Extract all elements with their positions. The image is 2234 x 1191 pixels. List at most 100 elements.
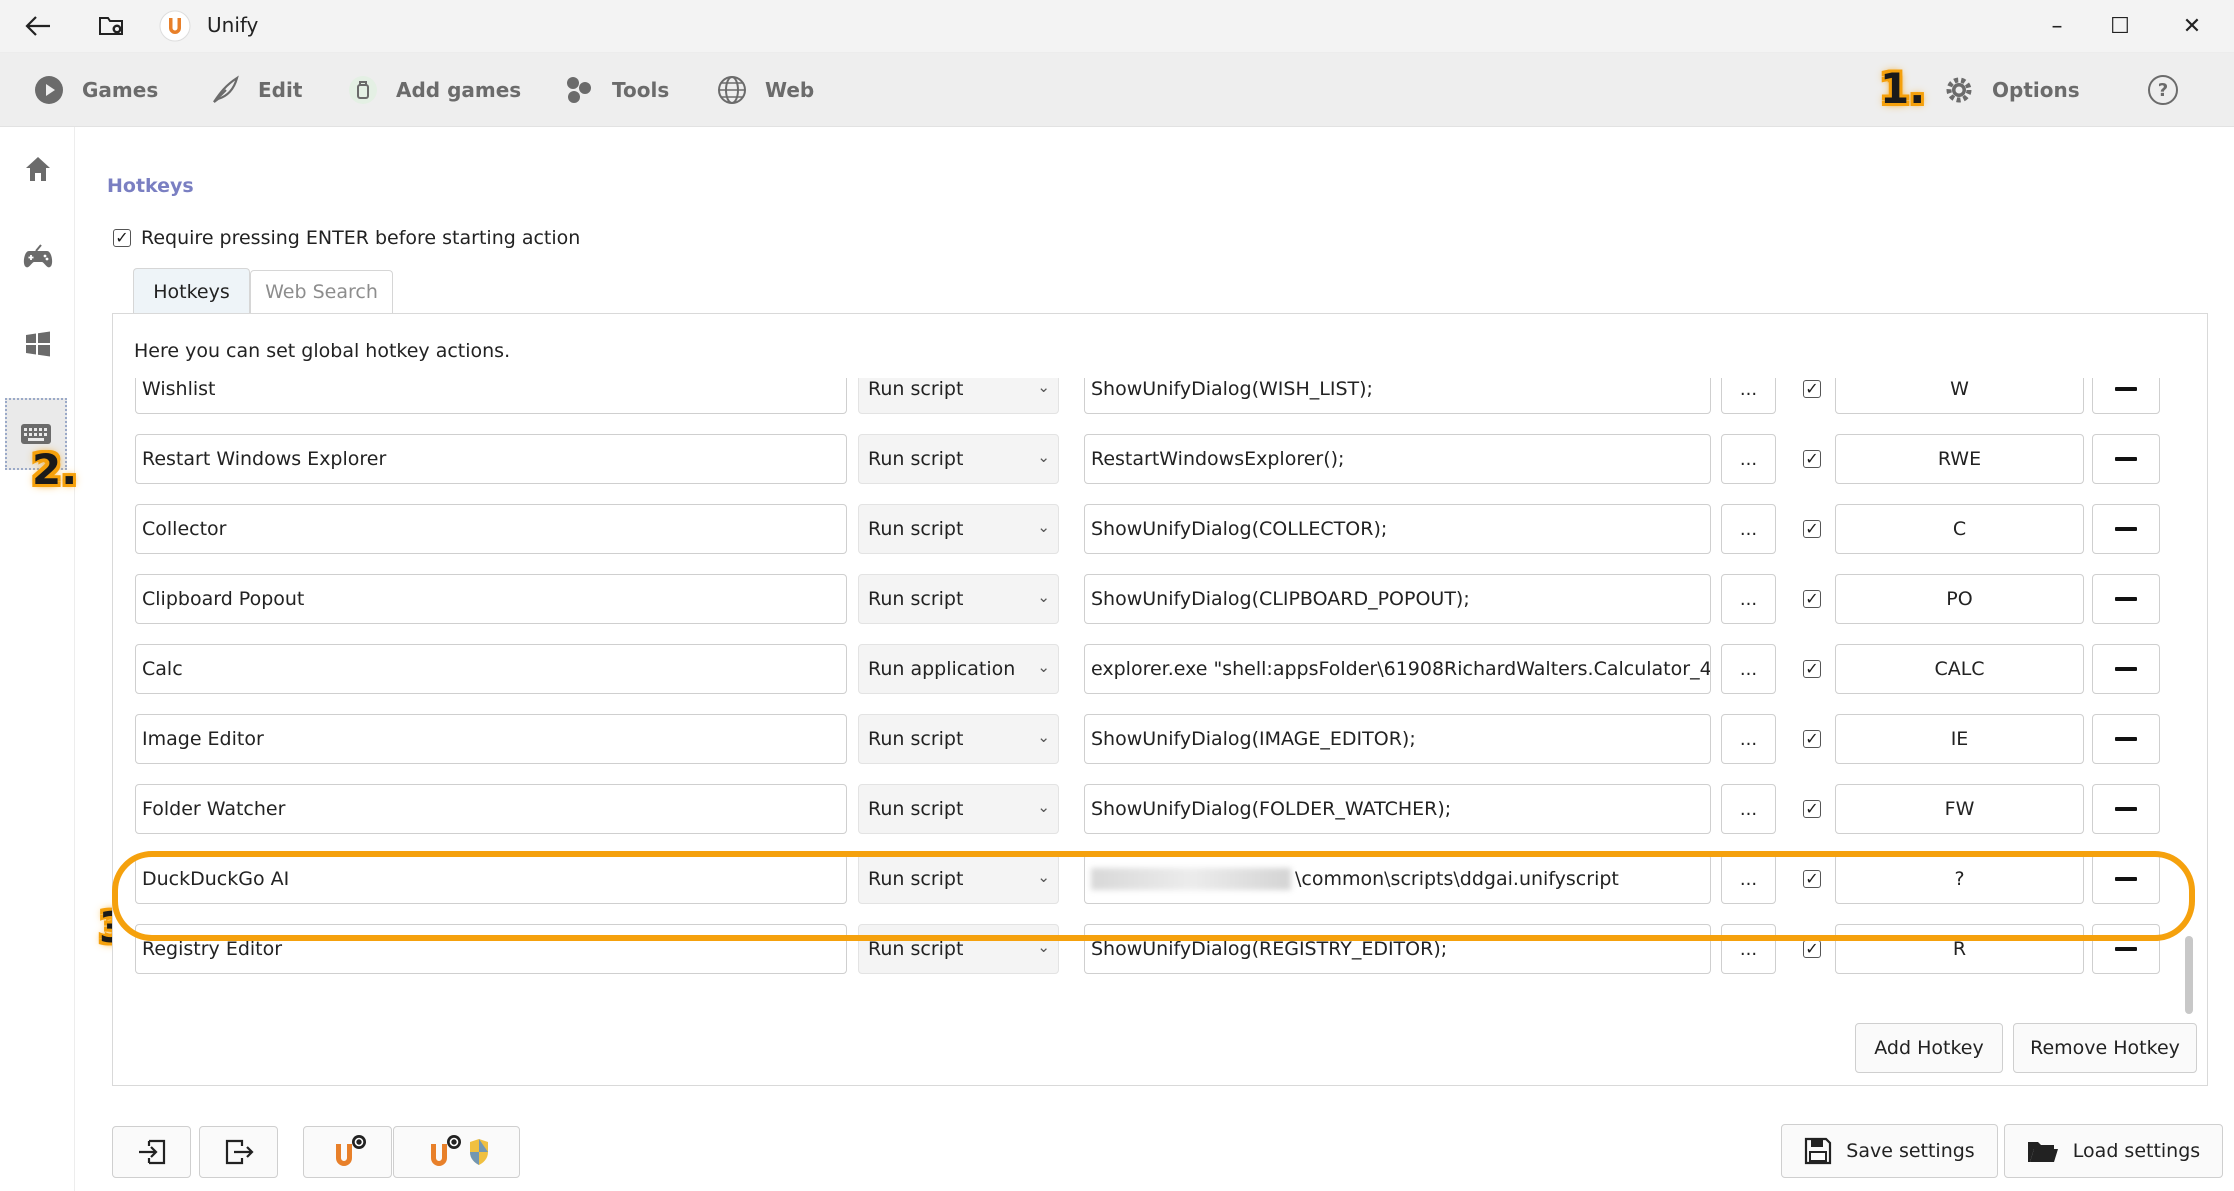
open-folder-icon [2027,1142,2058,1162]
hotkey-name-input[interactable]: Restart Windows Explorer [135,434,847,484]
browse-button[interactable]: ... [1721,504,1776,554]
delete-hotkey-button[interactable] [2092,574,2160,624]
hotkey-enabled-checkbox[interactable]: ✓ [1803,940,1821,958]
action-type-select[interactable]: Run script ⌄ [858,784,1059,834]
nav-edit[interactable]: Edit [208,71,302,109]
hotkey-key-input[interactable]: IE [1835,714,2084,764]
hotkey-enabled-checkbox[interactable]: ✓ [1803,590,1821,608]
command-text: ShowUnifyDialog(COLLECTOR); [1091,518,1388,540]
command-input[interactable]: RestartWindowsExplorer(); [1084,434,1711,484]
hotkey-list-scrollbar[interactable] [2185,936,2193,1014]
browse-button[interactable]: ... [1721,574,1776,624]
app-window: Unify – ☐ ✕ Games Edit Add games Tools W… [0,0,2234,1191]
nav-games[interactable]: Games [32,71,158,109]
export-button[interactable] [199,1126,278,1178]
hotkey-name-input[interactable]: Folder Watcher [135,784,847,834]
require-enter-checkbox[interactable]: ✓ [113,229,131,247]
open-folder-button[interactable] [92,6,132,46]
back-button[interactable] [18,6,58,46]
hotkey-name-input[interactable]: Image Editor [135,714,847,764]
hotkey-name-input[interactable]: Wishlist [135,378,847,414]
hotkey-key-input[interactable]: CALC [1835,644,2084,694]
delete-hotkey-button[interactable] [2092,504,2160,554]
command-input[interactable]: ShowUnifyDialog(WISH_LIST); [1084,378,1711,414]
hotkey-name-input[interactable]: Registry Editor [135,924,847,974]
sidebar-item-home[interactable] [8,139,68,199]
hotkey-enabled-checkbox[interactable]: ✓ [1803,870,1821,888]
hotkey-key-input[interactable]: R [1835,924,2084,974]
action-type-select[interactable]: Run script ⌄ [858,574,1059,624]
nav-add-games-label: Add games [396,78,522,102]
gear-icon [1942,73,1976,107]
browse-button[interactable]: ... [1721,784,1776,834]
action-type-select[interactable]: Run script ⌄ [858,854,1059,904]
tab-web-search[interactable]: Web Search [250,270,393,313]
hotkey-key-input[interactable]: ? [1835,854,2084,904]
restart-unify-admin-button[interactable] [393,1126,520,1178]
hotkey-enabled-checkbox[interactable]: ✓ [1803,800,1821,818]
tab-hotkeys[interactable]: Hotkeys [133,268,250,314]
browse-button[interactable]: ... [1721,378,1776,414]
require-enter-option[interactable]: ✓ Require pressing ENTER before starting… [113,227,580,249]
command-text: ShowUnifyDialog(IMAGE_EDITOR); [1091,728,1416,750]
hotkey-key-input[interactable]: C [1835,504,2084,554]
action-type-select[interactable]: Run script ⌄ [858,924,1059,974]
sidebar-item-games[interactable] [8,227,68,287]
maximize-button[interactable]: ☐ [2095,8,2145,44]
nav-add-games[interactable]: Add games [346,71,521,109]
sidebar-item-windows[interactable] [8,314,68,374]
browse-button[interactable]: ... [1721,714,1776,764]
hotkey-enabled-checkbox[interactable]: ✓ [1803,660,1821,678]
delete-hotkey-button[interactable] [2092,784,2160,834]
command-input[interactable]: \common\scripts\ddgai.unifyscript [1084,854,1711,904]
delete-hotkey-button[interactable] [2092,714,2160,764]
restart-unify-button[interactable] [303,1126,392,1178]
delete-hotkey-button[interactable] [2092,434,2160,484]
browse-button[interactable]: ... [1721,644,1776,694]
command-input[interactable]: explorer.exe "shell:appsFolder\61908Rich… [1084,644,1711,694]
hotkey-name-input[interactable]: Calc [135,644,847,694]
minimize-button[interactable]: – [2032,8,2082,44]
command-input[interactable]: ShowUnifyDialog(FOLDER_WATCHER); [1084,784,1711,834]
delete-hotkey-button[interactable] [2092,924,2160,974]
browse-button[interactable]: ... [1721,434,1776,484]
remove-hotkey-button[interactable]: Remove Hotkey [2013,1023,2197,1073]
delete-hotkey-button[interactable] [2092,854,2160,904]
delete-hotkey-button[interactable] [2092,378,2160,414]
action-type-select[interactable]: Run script ⌄ [858,714,1059,764]
import-button[interactable] [112,1126,191,1178]
save-settings-label: Save settings [1846,1140,1975,1162]
add-hotkey-button[interactable]: Add Hotkey [1855,1023,2003,1073]
command-input[interactable]: ShowUnifyDialog(REGISTRY_EDITOR); [1084,924,1711,974]
action-type-select[interactable]: Run script ⌄ [858,434,1059,484]
hotkey-key-input[interactable]: RWE [1835,434,2084,484]
command-input[interactable]: ShowUnifyDialog(IMAGE_EDITOR); [1084,714,1711,764]
action-type-select[interactable]: Run script ⌄ [858,504,1059,554]
browse-button[interactable]: ... [1721,924,1776,974]
browse-button[interactable]: ... [1721,854,1776,904]
hotkey-name-input[interactable]: DuckDuckGo AI [135,854,847,904]
nav-web[interactable]: Web [715,71,814,109]
home-icon [26,157,50,181]
load-settings-button[interactable]: Load settings [2004,1124,2223,1178]
close-button[interactable]: ✕ [2167,8,2217,44]
hotkey-enabled-checkbox[interactable]: ✓ [1803,520,1821,538]
hotkey-name-input[interactable]: Clipboard Popout [135,574,847,624]
hotkey-key-input[interactable]: PO [1835,574,2084,624]
hotkey-enabled-checkbox[interactable]: ✓ [1803,380,1821,398]
command-input[interactable]: ShowUnifyDialog(CLIPBOARD_POPOUT); [1084,574,1711,624]
globe-icon [715,73,749,107]
hotkey-enabled-checkbox[interactable]: ✓ [1803,450,1821,468]
nav-tools[interactable]: Tools [562,71,669,109]
help-button[interactable]: ? [2148,71,2178,109]
command-input[interactable]: ShowUnifyDialog(COLLECTOR); [1084,504,1711,554]
hotkey-key-input[interactable]: W [1835,378,2084,414]
hotkey-key-input[interactable]: FW [1835,784,2084,834]
delete-hotkey-button[interactable] [2092,644,2160,694]
action-type-select[interactable]: Run application ⌄ [858,644,1059,694]
save-settings-button[interactable]: Save settings [1781,1124,1998,1178]
nav-options[interactable]: Options [1942,71,2080,109]
hotkey-name-input[interactable]: Collector [135,504,847,554]
hotkey-enabled-checkbox[interactable]: ✓ [1803,730,1821,748]
action-type-select[interactable]: Run script ⌄ [858,378,1059,414]
